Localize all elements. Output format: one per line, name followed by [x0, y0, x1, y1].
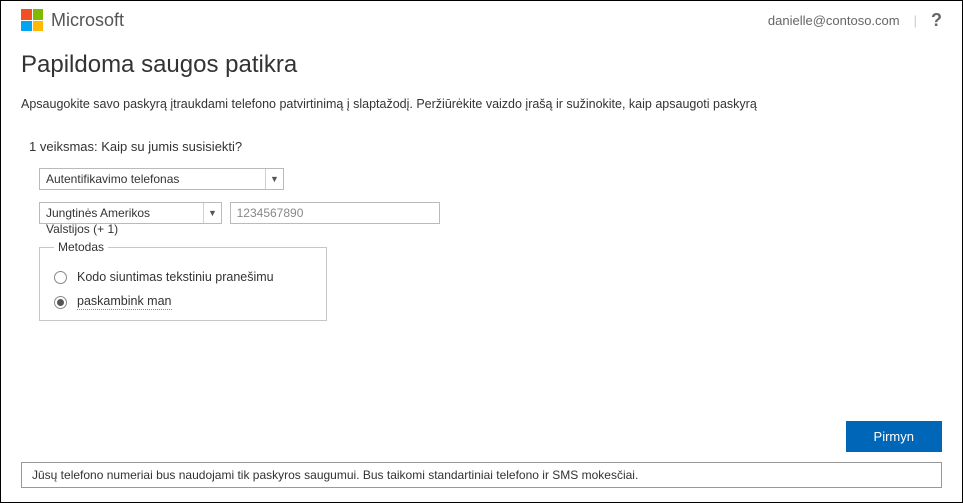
- header: Microsoft danielle@contoso.com | ?: [1, 1, 962, 41]
- phone-number-input[interactable]: 1234567890: [230, 202, 440, 224]
- country-code-select[interactable]: Jungtinės Amerikos Valstijos (+ 1) ▼: [39, 202, 222, 224]
- method-fieldset: Metodas Kodo siuntimas tekstiniu praneši…: [39, 240, 327, 321]
- method-call-label: paskambink man: [77, 294, 172, 310]
- brand: Microsoft: [21, 9, 124, 31]
- method-option-sms[interactable]: Kodo siuntimas tekstiniu pranešimu: [54, 270, 312, 284]
- method-legend: Metodas: [54, 240, 108, 254]
- page-title: Papildoma saugos patikra: [21, 51, 942, 79]
- page-subtitle: Apsaugokite savo paskyrą įtraukdami tele…: [21, 97, 942, 111]
- chevron-down-icon: ▼: [203, 203, 221, 223]
- step-question: Kaip su jumis susisiekti?: [101, 139, 242, 154]
- step-label: 1 veiksmas: Kaip su jumis susisiekti?: [29, 139, 942, 154]
- form-area: Autentifikavimo telefonas ▼ Jungtinės Am…: [39, 168, 942, 321]
- contact-method-value: Autentifikavimo telefonas: [40, 169, 203, 189]
- step-prefix: 1 veiksmas:: [29, 139, 98, 154]
- chevron-down-icon: ▼: [265, 169, 283, 189]
- microsoft-logo-icon: [21, 9, 43, 31]
- country-code-value: Jungtinės Amerikos Valstijos (+ 1): [40, 203, 221, 239]
- contact-method-row: Autentifikavimo telefonas ▼: [39, 168, 942, 190]
- content: Papildoma saugos patikra Apsaugokite sav…: [1, 41, 962, 321]
- contact-method-select[interactable]: Autentifikavimo telefonas ▼: [39, 168, 284, 190]
- radio-icon: [54, 296, 67, 309]
- help-icon[interactable]: ?: [931, 10, 942, 31]
- divider: |: [914, 13, 917, 28]
- method-option-call[interactable]: paskambink man: [54, 294, 312, 310]
- brand-name: Microsoft: [51, 10, 124, 31]
- radio-icon: [54, 271, 67, 284]
- phone-row: Jungtinės Amerikos Valstijos (+ 1) ▼ 123…: [39, 202, 942, 224]
- next-button[interactable]: Pirmyn: [846, 421, 942, 452]
- method-sms-label: Kodo siuntimas tekstiniu pranešimu: [77, 270, 274, 284]
- footer-note: Jūsų telefono numeriai bus naudojami tik…: [21, 462, 942, 488]
- user-email: danielle@contoso.com: [768, 13, 900, 28]
- header-right: danielle@contoso.com | ?: [768, 10, 942, 31]
